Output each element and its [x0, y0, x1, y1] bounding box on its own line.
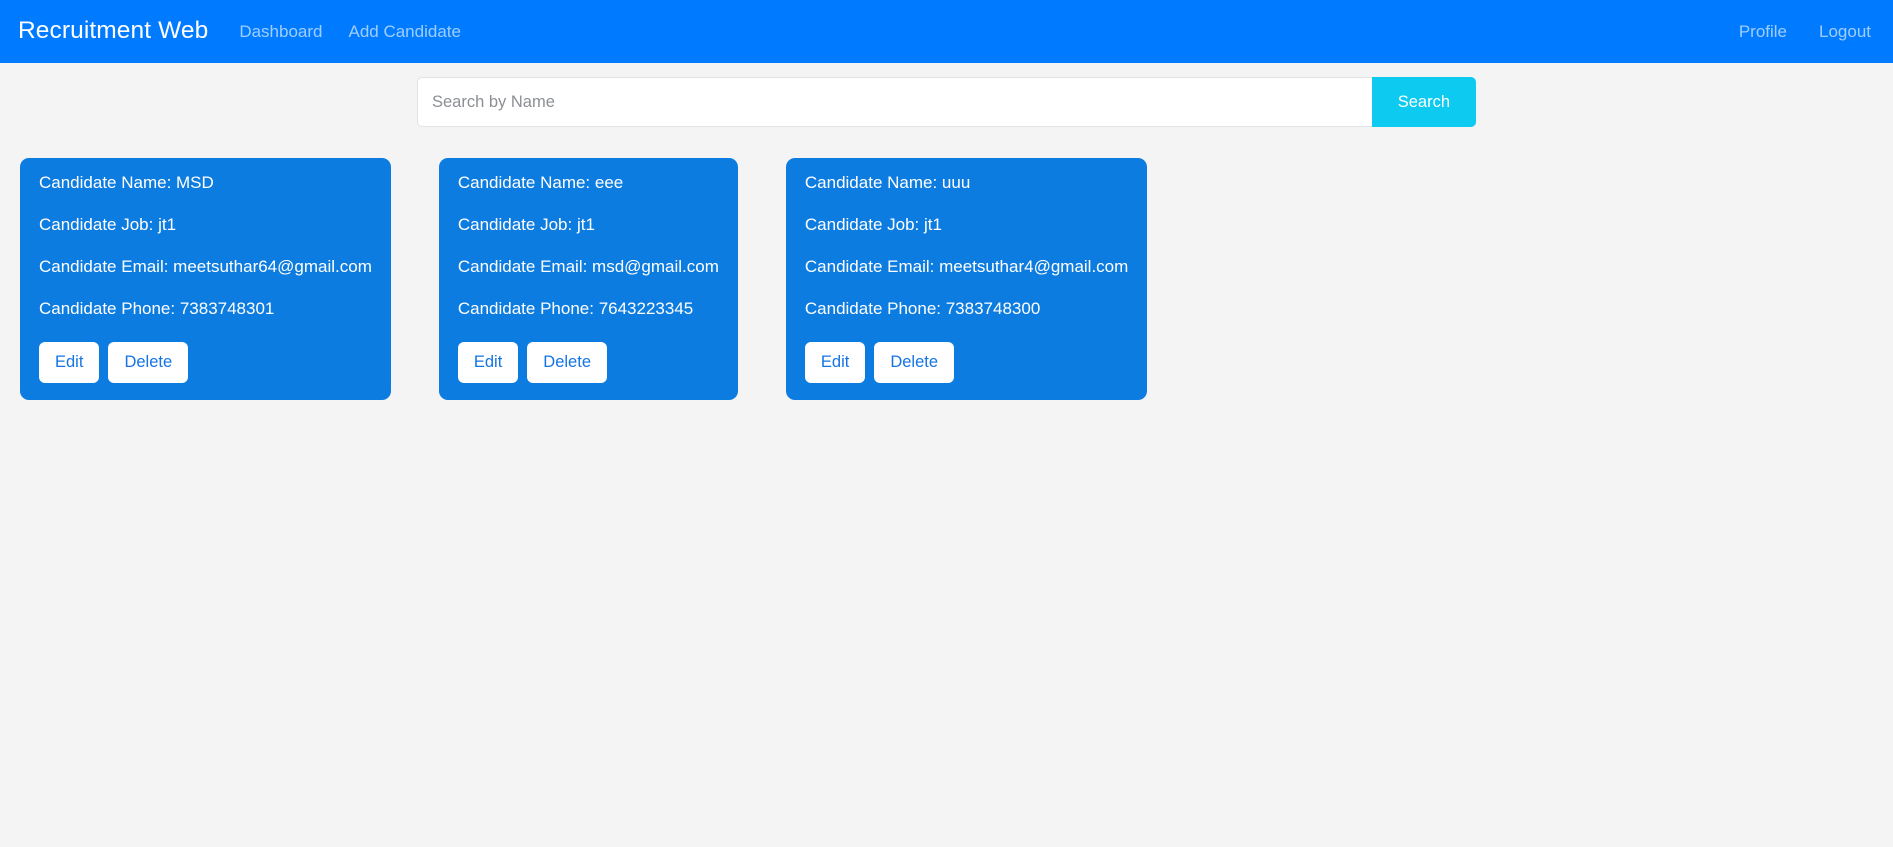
candidate-phone: Candidate Phone: 7383748301 [39, 299, 275, 318]
edit-button[interactable]: Edit [39, 342, 100, 383]
candidate-phone: Candidate Phone: 7643223345 [457, 299, 694, 318]
delete-button[interactable]: Delete [527, 342, 607, 383]
candidate-name: Candidate Name: MSD [39, 173, 214, 192]
candidate-card: Candidate Name: uuu Candidate Job: jt1 C… [785, 158, 1148, 400]
candidate-card-actions: Edit Delete [39, 342, 372, 383]
delete-button[interactable]: Delete [108, 342, 189, 383]
nav-link-add-candidate[interactable]: Add Candidate [348, 23, 460, 40]
candidate-phone: Candidate Phone: 7383748300 [804, 299, 1041, 318]
candidate-job: Candidate Job: jt1 [457, 215, 595, 234]
edit-button[interactable]: Edit [457, 342, 519, 383]
candidate-card-actions: Edit Delete [804, 342, 1128, 383]
candidate-email: Candidate Email: meetsuthar64@gmail.com [39, 257, 372, 276]
search-input-group: Search [417, 77, 1476, 127]
brand-logo-link[interactable]: Recruitment Web [18, 19, 208, 44]
candidate-job: Candidate Job: jt1 [804, 215, 942, 234]
candidate-name: Candidate Name: uuu [804, 173, 971, 192]
secondary-nav: Profile Logout [1739, 23, 1871, 40]
candidate-email: Candidate Email: meetsuthar4@gmail.com [804, 257, 1129, 276]
candidate-name: Candidate Name: eee [457, 173, 624, 192]
candidate-job: Candidate Job: jt1 [39, 215, 177, 234]
search-button[interactable]: Search [1371, 77, 1476, 127]
primary-nav: Dashboard Add Candidate [239, 23, 461, 40]
search-section: Search [0, 63, 1893, 127]
top-navbar: Recruitment Web Dashboard Add Candidate … [0, 0, 1893, 63]
nav-link-logout[interactable]: Logout [1819, 23, 1871, 40]
search-input[interactable] [417, 77, 1372, 127]
edit-button[interactable]: Edit [804, 342, 866, 383]
candidate-card: Candidate Name: eee Candidate Job: jt1 C… [438, 158, 738, 400]
candidate-card-actions: Edit Delete [457, 342, 719, 383]
candidate-card: Candidate Name: MSD Candidate Job: jt1 C… [20, 158, 391, 400]
nav-link-profile[interactable]: Profile [1739, 23, 1787, 40]
nav-link-dashboard[interactable]: Dashboard [239, 23, 322, 40]
candidate-cards-row: Candidate Name: MSD Candidate Job: jt1 C… [0, 127, 1893, 400]
candidate-email: Candidate Email: msd@gmail.com [457, 257, 719, 276]
delete-button[interactable]: Delete [874, 342, 955, 383]
